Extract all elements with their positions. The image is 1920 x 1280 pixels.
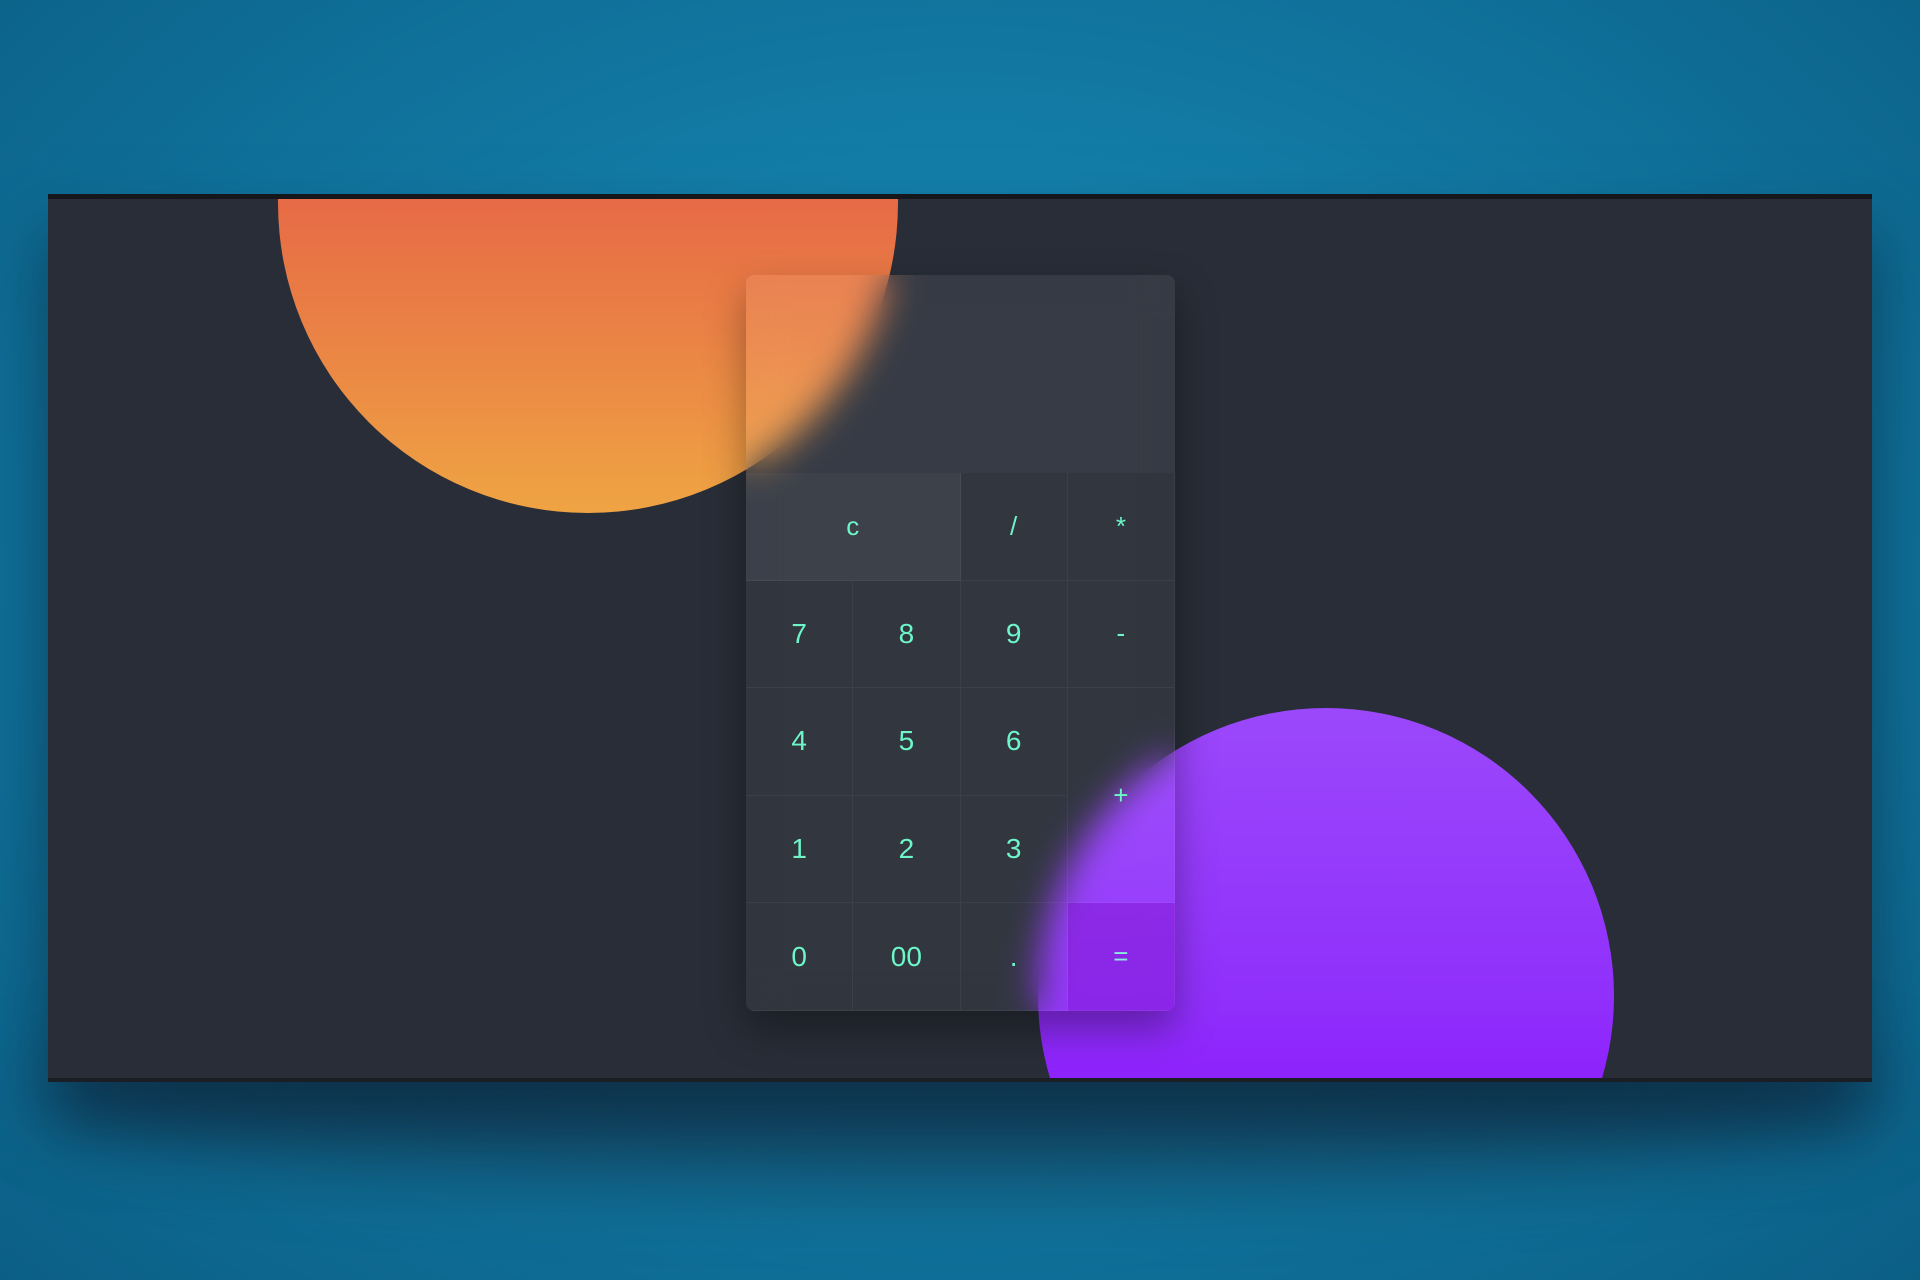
digit-3-button[interactable]: 3 — [960, 795, 1068, 904]
decimal-button[interactable]: . — [960, 903, 1068, 1011]
digit-1-button[interactable]: 1 — [746, 795, 854, 904]
digit-9-button[interactable]: 9 — [960, 580, 1068, 689]
multiply-button[interactable]: * — [1067, 473, 1175, 581]
plus-button[interactable]: + — [1067, 688, 1175, 904]
digit-4-button[interactable]: 4 — [746, 688, 854, 796]
double-zero-button[interactable]: 00 — [853, 903, 961, 1011]
digit-5-button[interactable]: 5 — [853, 688, 961, 796]
digit-7-button[interactable]: 7 — [746, 580, 854, 689]
app-window: c / * 7 8 9 - 4 5 6 + 1 2 3 0 00 . = — [48, 194, 1872, 1082]
minus-button[interactable]: - — [1067, 580, 1175, 689]
window-bottom-edge — [48, 1078, 1872, 1082]
calculator-display — [746, 275, 1175, 473]
digit-8-button[interactable]: 8 — [853, 580, 961, 689]
digit-6-button[interactable]: 6 — [960, 688, 1068, 796]
calculator: c / * 7 8 9 - 4 5 6 + 1 2 3 0 00 . = — [746, 275, 1175, 1011]
digit-0-button[interactable]: 0 — [746, 903, 854, 1011]
digit-2-button[interactable]: 2 — [853, 795, 961, 904]
clear-button[interactable]: c — [746, 473, 961, 581]
calculator-keypad: c / * 7 8 9 - 4 5 6 + 1 2 3 0 00 . = — [746, 473, 1175, 1011]
equals-button[interactable]: = — [1067, 903, 1175, 1011]
divide-button[interactable]: / — [960, 473, 1068, 581]
